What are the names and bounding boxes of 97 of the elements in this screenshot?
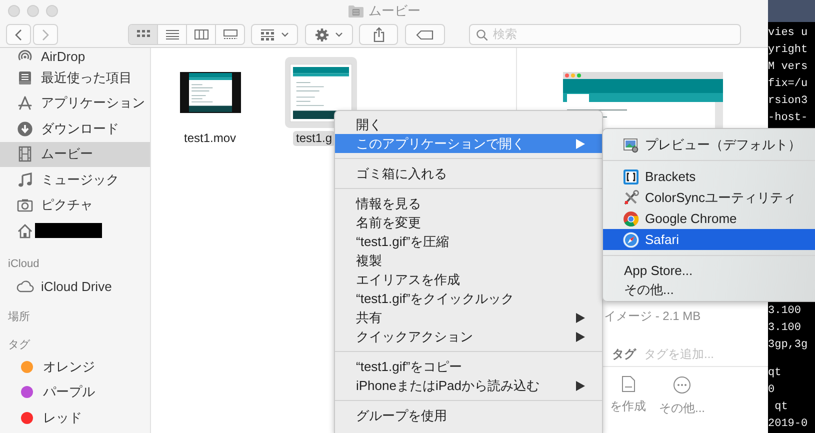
tag-button[interactable] [405, 24, 445, 45]
sidebar-tag[interactable]: レッド [0, 405, 150, 430]
redaction-bar [35, 223, 102, 238]
terminal-line: -host- [768, 111, 809, 126]
browser-globe-icon [623, 210, 639, 226]
terminal-line: M vers [768, 60, 809, 75]
menu-item[interactable]: エイリアスを作成 [335, 270, 602, 289]
caret-icon [281, 32, 289, 37]
terminal-line: 2019-0 [768, 417, 809, 432]
film-strip-icon [17, 146, 33, 162]
menu-item[interactable]: 共有 [335, 308, 602, 327]
menu-item[interactable]: 開く [335, 115, 602, 134]
sidebar-item[interactable]: 最近使った項目 [0, 65, 150, 90]
terminal-line: 3gp,3g [768, 338, 809, 353]
menu-item[interactable]: ゴミ箱に入れる [335, 164, 602, 183]
menu-item[interactable]: Brackets [603, 166, 815, 187]
file-name[interactable]: test1.mov [180, 131, 240, 146]
tag-icon [416, 30, 434, 40]
quick-action[interactable]: を作成 [606, 376, 650, 433]
share-button[interactable] [359, 24, 398, 45]
view-mode-button[interactable] [129, 25, 158, 44]
grid-icon [260, 28, 275, 40]
chevron-right-icon [42, 28, 49, 40]
menu-item[interactable]: 複製 [335, 251, 602, 270]
tags-label: タグ [612, 346, 636, 362]
chevron-left-icon [15, 28, 22, 40]
menu-item[interactable]: クイックアクション [335, 327, 602, 346]
terminal-line: vies u [768, 26, 809, 41]
terminal-line: qt [774, 400, 789, 415]
share-icon [372, 27, 384, 42]
document-tray-icon [17, 70, 33, 86]
menu-item[interactable]: “test1.gif”をクイックルック [335, 289, 602, 308]
file-info: イメージ - 2.1 MB [604, 308, 701, 324]
submenu-arrow-icon [576, 380, 585, 390]
download-icon [17, 120, 33, 137]
sidebar-item[interactable]: ムービー [0, 142, 150, 167]
menu-item[interactable]: App Store... [603, 261, 815, 280]
menu-item[interactable]: 情報を見る [335, 194, 602, 213]
sidebar-item[interactable]: ミュージック [0, 167, 150, 192]
menu-item[interactable]: iPhoneまたはiPadから読み込む [335, 376, 602, 395]
compass-icon [623, 232, 639, 248]
sidebar-item[interactable]: ピクチャ [0, 192, 150, 218]
photo-viewer-icon [623, 136, 639, 152]
back-button[interactable] [6, 24, 31, 45]
camera-icon [17, 197, 33, 214]
list-view-icon [164, 29, 180, 40]
sidebar-item[interactable]: ダウンロード [0, 116, 150, 142]
action-button[interactable] [305, 24, 353, 45]
terminal-line: qt [768, 366, 782, 381]
menu-item[interactable]: ColorSyncユーティリティ [603, 187, 815, 208]
brackets-icon [623, 168, 639, 184]
menu-item[interactable]: このアプリケーションで開く [335, 134, 602, 153]
sidebar-tag[interactable]: パープル [0, 380, 150, 405]
terminal-line: yright [768, 43, 809, 58]
gallery-view-icon [222, 29, 238, 40]
more-icon [673, 376, 691, 394]
caret-icon [335, 32, 343, 37]
submenu-arrow-icon [576, 138, 585, 148]
terminal-line: fix=/u [768, 77, 809, 92]
video-thumbnail [180, 72, 240, 113]
menu-item[interactable]: 名前を変更 [335, 213, 602, 232]
tools-icon [623, 190, 639, 206]
gear-icon [315, 28, 329, 42]
menu-item[interactable]: グループを使用 [335, 406, 602, 425]
terminal-line: 3.100 [768, 321, 802, 336]
view-switcher[interactable] [128, 24, 245, 45]
quick-action[interactable]: その他... [660, 376, 704, 433]
section-header: 場所 [7, 310, 31, 324]
terminal-line: 0 [768, 383, 776, 398]
folder-icon [348, 4, 364, 18]
pdf-document-icon [622, 376, 634, 392]
section-header: タグ [7, 338, 32, 352]
search-icon [476, 28, 488, 40]
music-note-icon [17, 172, 33, 188]
window-title: ムービー [368, 2, 420, 20]
group-button[interactable] [251, 24, 298, 45]
terminal-line: 3.100 [768, 304, 802, 319]
menu-item[interactable]: “test1.gif”をコピー [335, 357, 602, 376]
icon-view-icon [136, 29, 150, 40]
file-name[interactable]: test1.g [293, 131, 336, 146]
file-icon[interactable] [285, 57, 357, 128]
menu-item[interactable]: プレビュー（デフォルト） [603, 134, 815, 155]
sidebar-tag[interactable]: オレンジ [0, 354, 150, 380]
menu-item[interactable]: Safari [603, 229, 815, 250]
sidebar-item[interactable]: AirDrop [0, 48, 150, 65]
applications-icon [17, 95, 33, 112]
sidebar-item[interactable]: iCloud Drive [0, 274, 150, 299]
sidebar-item[interactable]: アプリケーション [0, 90, 150, 116]
menu-item[interactable]: Google Chrome [603, 208, 815, 229]
section-header: iCloud [7, 256, 40, 272]
terminal-line: rsion3 [768, 94, 809, 109]
menu-item[interactable]: その他... [603, 280, 815, 299]
menu-item[interactable]: “test1.gif”を圧縮 [335, 232, 602, 251]
cloud-icon [16, 279, 34, 294]
house-icon [17, 222, 33, 239]
window-title-bar [768, 0, 815, 22]
column-view-icon [194, 29, 208, 40]
